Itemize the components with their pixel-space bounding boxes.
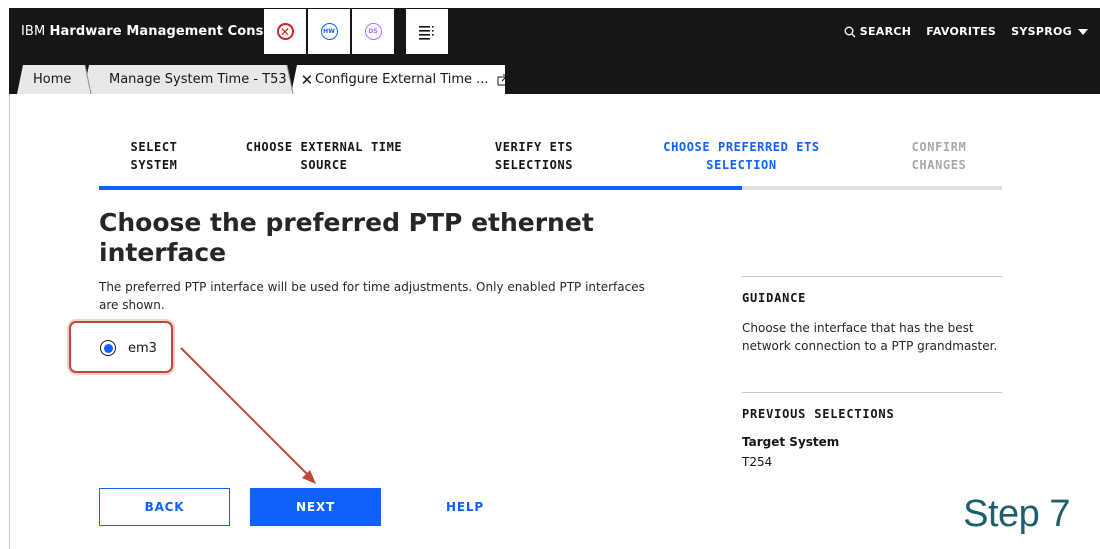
previous-selections-panel: PREVIOUS SELECTIONS Target System T254	[742, 392, 1002, 469]
progress-fill	[99, 186, 742, 190]
content-border	[9, 94, 10, 549]
caret-down-icon	[1078, 28, 1088, 35]
tab-bar: Home Manage System Time - T53 ✕ Configur…	[9, 56, 1100, 94]
option-label: em3	[128, 340, 157, 356]
close-icon[interactable]: ✕	[513, 71, 526, 89]
step-label: VERIFY ETS	[494, 140, 574, 154]
guidance-panel: GUIDANCE Choose the interface that has t…	[742, 276, 1002, 355]
step-annotation: Step 7	[963, 493, 1070, 535]
step-label: SYSTEM	[130, 158, 178, 172]
tab-configure-external-time[interactable]: Configure External Time ... ✕	[305, 65, 535, 94]
hardware-status-button[interactable]: HW	[308, 9, 350, 54]
next-button[interactable]: NEXT	[250, 488, 381, 526]
back-button[interactable]: BACK	[99, 488, 230, 526]
tab-label: Manage System Time - T53	[109, 72, 287, 87]
tab-manage-system-time[interactable]: Manage System Time - T53 ✕	[99, 65, 323, 94]
tab-home-label: Home	[33, 72, 72, 87]
step-label: CHANGES	[911, 158, 967, 172]
step-label: SELECT	[130, 140, 178, 154]
step-label: CONFIRM	[911, 140, 967, 154]
previous-selections-heading: PREVIOUS SELECTIONS	[742, 407, 895, 421]
user-label: SYSPROG	[1011, 25, 1072, 38]
task-list-button[interactable]	[406, 9, 448, 54]
search-button[interactable]: SEARCH	[844, 25, 912, 38]
page-description: The preferred PTP interface will be used…	[99, 280, 645, 312]
step-confirm-changes: CONFIRM CHANGES	[889, 138, 989, 174]
step-label: CHOOSE EXTERNAL TIME	[245, 140, 403, 154]
favorites-button[interactable]: FAVORITES	[926, 25, 996, 38]
step-choose-preferred-ets-selection[interactable]: CHOOSE PREFERRED ETS SELECTION	[644, 138, 839, 174]
step-label: SELECTION	[706, 158, 777, 172]
launch-icon[interactable]	[497, 74, 509, 86]
hardware-icon: HW	[320, 23, 338, 40]
close-circle-icon: ✕	[276, 23, 294, 40]
radio-button[interactable]	[100, 340, 116, 356]
ds-status-button[interactable]: DS	[352, 9, 394, 54]
target-system-label: Target System	[742, 435, 840, 449]
guidance-text: Choose the interface that has the best n…	[742, 321, 998, 353]
header-actions: SEARCH FAVORITES SYSPROG	[844, 25, 1088, 38]
wizard-progress: SELECT SYSTEM CHOOSE EXTERNAL TIME SOURC…	[99, 138, 1002, 190]
guidance-heading: GUIDANCE	[742, 291, 807, 305]
target-system-value: T254	[742, 455, 773, 469]
step-label: CHOOSE PREFERRED ETS	[663, 140, 820, 154]
help-button[interactable]: HELP	[430, 488, 500, 526]
top-bar: IBM Hardware Management Console ✕ HW DS …	[9, 8, 1100, 56]
interface-option-em3[interactable]: em3	[100, 340, 157, 356]
brand-name: Hardware Management Console	[49, 24, 287, 39]
tab-label: Configure External Time ...	[315, 72, 489, 87]
ds-icon: DS	[364, 23, 382, 40]
step-select-system[interactable]: SELECT SYSTEM	[104, 138, 204, 174]
radio-selected-dot	[103, 343, 113, 353]
step-verify-ets-selections[interactable]: VERIFY ETS SELECTIONS	[469, 138, 599, 174]
divider	[742, 276, 1002, 277]
divider	[742, 392, 1002, 393]
list-icon	[419, 25, 434, 40]
app-brand: IBM Hardware Management Console	[21, 24, 286, 39]
tab-home[interactable]: Home	[23, 65, 81, 94]
step-label: SELECTIONS	[494, 158, 574, 172]
progress-track	[99, 186, 1002, 190]
search-label: SEARCH	[859, 25, 912, 38]
error-status-button[interactable]: ✕	[264, 9, 306, 54]
step-choose-external-time-source[interactable]: CHOOSE EXTERNAL TIME SOURCE	[229, 138, 419, 174]
brand-prefix: IBM	[21, 24, 46, 39]
page-title: Choose the preferred PTP ethernet interf…	[99, 208, 594, 267]
search-icon	[844, 26, 856, 37]
user-menu[interactable]: SYSPROG	[1011, 25, 1088, 38]
step-label: SOURCE	[300, 158, 348, 172]
